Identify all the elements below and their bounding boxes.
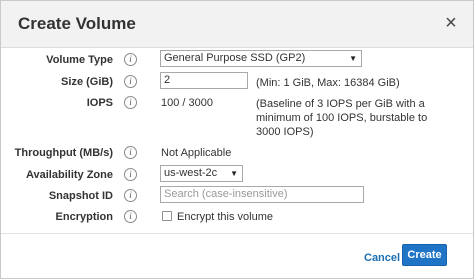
footer-divider <box>1 233 473 234</box>
create-volume-dialog: Create Volume × Volume Type i General Pu… <box>0 0 474 279</box>
info-icon[interactable]: i <box>124 53 137 66</box>
size-input[interactable]: 2 <box>160 72 248 89</box>
info-icon[interactable]: i <box>124 96 137 109</box>
iops-hint-line-3: 3000 IOPS) <box>256 126 314 138</box>
close-icon[interactable]: × <box>441 13 461 33</box>
cancel-button[interactable]: Cancel <box>364 252 400 264</box>
availability-zone-select[interactable]: us-west-2c ▼ <box>160 165 243 182</box>
snapshot-id-label: Snapshot ID <box>48 190 113 202</box>
info-icon[interactable]: i <box>124 75 137 88</box>
dialog-title: Create Volume <box>18 14 136 33</box>
info-icon[interactable]: i <box>124 189 137 202</box>
info-icon[interactable]: i <box>124 146 137 159</box>
encrypt-checkbox-label[interactable]: Encrypt this volume <box>177 211 273 223</box>
dialog-header: Create Volume × <box>1 1 473 48</box>
availability-zone-label: Availability Zone <box>25 169 113 181</box>
encrypt-checkbox[interactable] <box>162 211 172 221</box>
chevron-down-icon: ▼ <box>230 169 238 178</box>
iops-label: IOPS <box>86 97 113 109</box>
volume-type-value: General Purpose SSD (GP2) <box>164 52 306 64</box>
volume-type-label: Volume Type <box>46 54 113 66</box>
throughput-value: Not Applicable <box>161 147 232 159</box>
availability-zone-value: us-west-2c <box>164 167 218 179</box>
volume-type-select[interactable]: General Purpose SSD (GP2) ▼ <box>160 50 362 67</box>
size-label: Size (GiB) <box>61 76 113 88</box>
iops-hint-line-2: minimum of 100 IOPS, burstable to <box>256 112 428 124</box>
throughput-label: Throughput (MB/s) <box>14 147 113 159</box>
iops-value: 100 / 3000 <box>161 97 213 109</box>
size-hint: (Min: 1 GiB, Max: 16384 GiB) <box>256 77 400 89</box>
encryption-label: Encryption <box>55 211 113 223</box>
iops-hint-line-1: (Baseline of 3 IOPS per GiB with a <box>256 98 425 110</box>
create-button[interactable]: Create <box>402 244 447 266</box>
info-icon[interactable]: i <box>124 210 137 223</box>
info-icon[interactable]: i <box>124 168 137 181</box>
snapshot-id-input[interactable]: Search (case-insensitive) <box>160 186 364 203</box>
chevron-down-icon: ▼ <box>349 54 357 63</box>
